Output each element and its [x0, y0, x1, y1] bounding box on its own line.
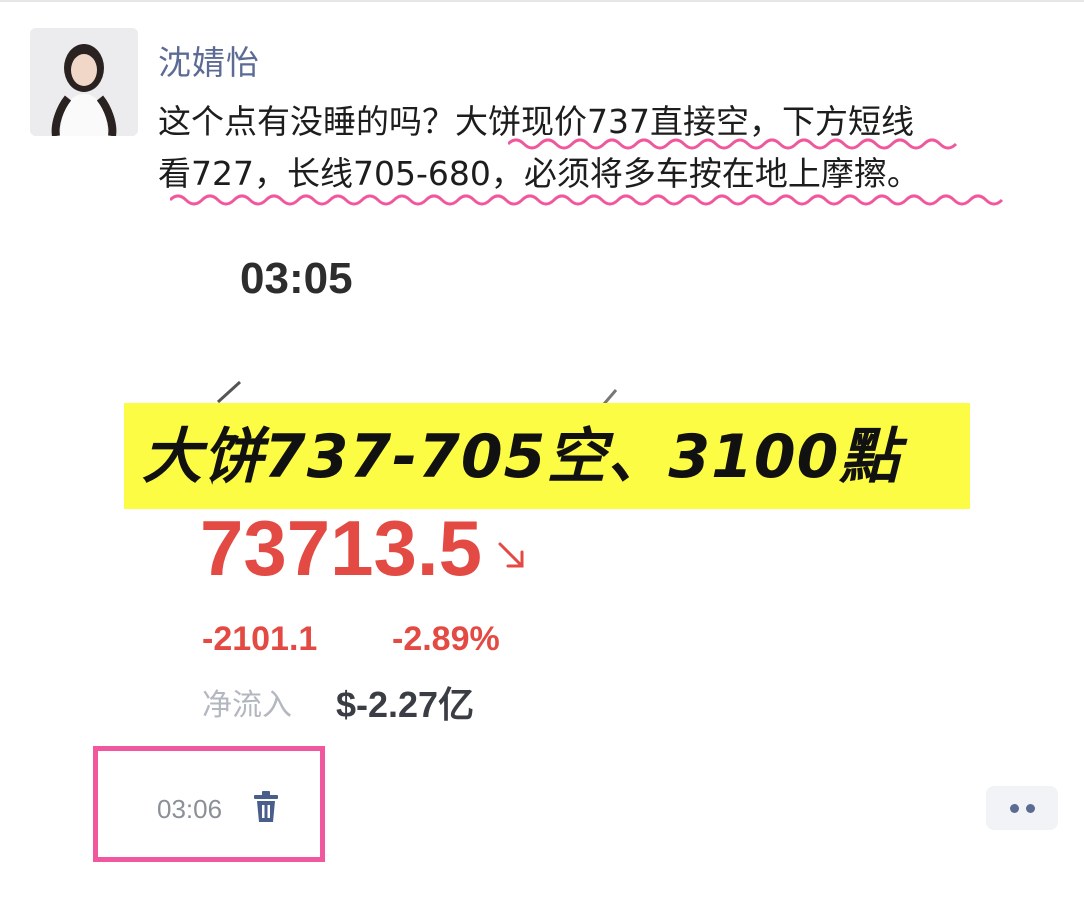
username[interactable]: 沈婧怡	[158, 36, 260, 84]
net-inflow-label: 净流入	[202, 688, 292, 723]
more-options-button[interactable]	[986, 786, 1058, 830]
price-value: 73713.5	[200, 504, 482, 592]
top-divider	[0, 0, 1084, 2]
banner-text: 大饼737-705空、3100點	[142, 422, 901, 492]
trash-icon[interactable]	[250, 790, 282, 824]
avatar-image	[30, 28, 138, 136]
price-change-absolute: -2101.1	[202, 620, 318, 658]
price-change-percent: -2.89%	[392, 620, 500, 658]
avatar[interactable]	[30, 28, 138, 136]
more-dots-icon	[1010, 804, 1019, 813]
image-time: 03:05	[240, 254, 353, 303]
wavy-underline-1	[508, 138, 958, 150]
wavy-underline-2	[170, 194, 1004, 206]
post-time: 03:06	[157, 794, 223, 824]
partial-chart-line-icon	[216, 380, 242, 404]
arrow-down-right-icon	[498, 542, 524, 568]
net-inflow-value: $-2.27亿	[336, 684, 475, 725]
more-dots-icon	[1026, 804, 1035, 813]
